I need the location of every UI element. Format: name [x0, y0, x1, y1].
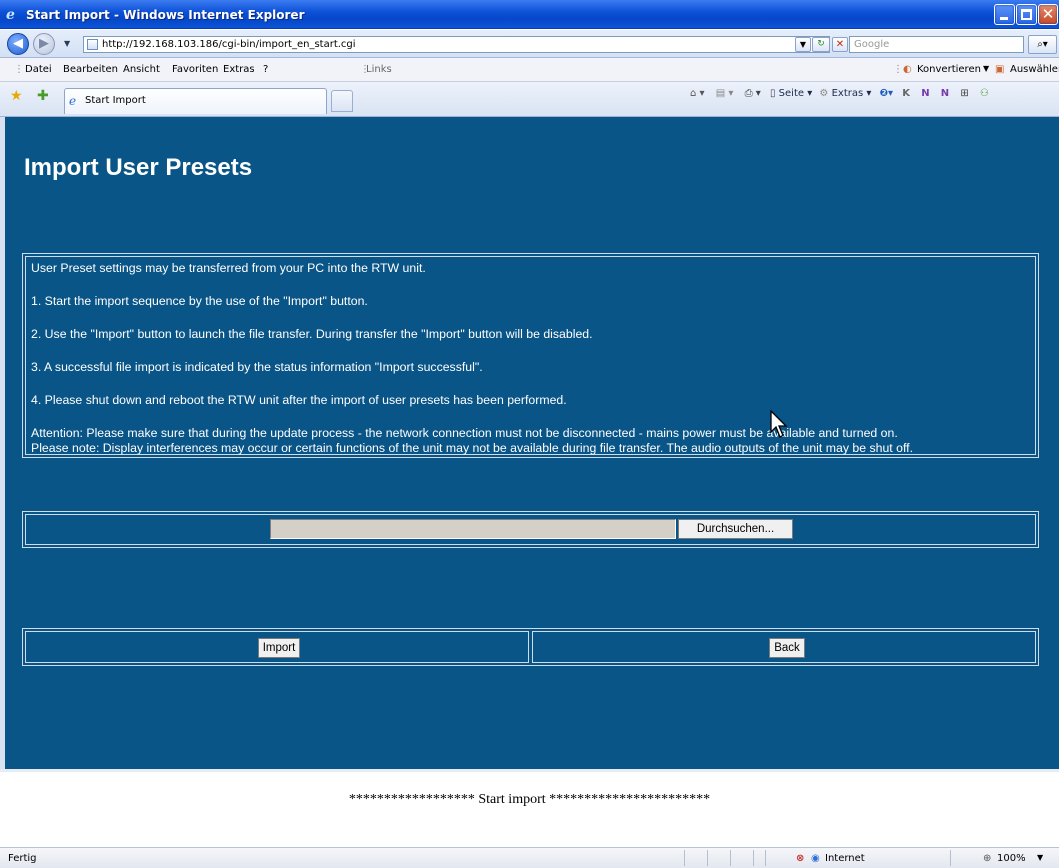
status-divider — [730, 850, 731, 866]
page-content: Import User Presets User Preset settings… — [0, 117, 1059, 769]
file-select-box: Durchsuchen... — [22, 511, 1039, 548]
window-title: Start Import - Windows Internet Explorer — [26, 8, 305, 22]
minimize-button[interactable] — [994, 4, 1015, 25]
page-icon — [87, 39, 98, 50]
status-bar: Fertig ⊗ ◉ Internet ⊕ 100% ▼ — [0, 847, 1059, 868]
status-divider — [765, 850, 766, 866]
search-placeholder: Google — [854, 39, 890, 50]
add-favorite-icon[interactable]: ✚ — [37, 88, 49, 104]
browser-window: e Start Import - Windows Internet Explor… — [0, 0, 1059, 868]
step-2-text: 2. Use the "Import" button to launch the… — [31, 327, 593, 341]
menu-bar: ⋮ Datei Bearbeiten Ansicht Favoriten Ext… — [0, 58, 1059, 82]
zoom-icon: ⊕ — [983, 853, 992, 864]
zoom-level[interactable]: 100% — [997, 853, 1026, 864]
import-button[interactable]: Import — [258, 638, 300, 658]
menu-ansicht[interactable]: Ansicht — [123, 64, 160, 75]
import-cell: Import — [25, 631, 529, 663]
status-frame: ****************** Start import ********… — [0, 769, 1059, 847]
page-dropdown-icon[interactable]: ▾ — [804, 88, 812, 99]
close-button[interactable]: ✕ — [1038, 4, 1058, 25]
close-icon: ✕ — [1041, 5, 1055, 23]
maximize-icon — [1021, 9, 1032, 20]
menu-grip: ⋮ — [14, 64, 24, 75]
step-4-text: 4. Please shut down and reboot the RTW u… — [31, 393, 567, 407]
menu-bearbeiten[interactable]: Bearbeiten — [63, 64, 118, 75]
address-input[interactable]: http://192.168.103.186/cgi-bin/import_en… — [83, 36, 830, 53]
ie-logo-icon: e — [6, 7, 15, 23]
tab-bar: ★ ✚ e Start Import ⌂ ▾ ▤ ▾ ⎙ ▾ ▯ Seite ▾… — [0, 82, 1059, 117]
convert-dropdown-icon[interactable]: ▼ — [983, 64, 989, 73]
command-bar: ⌂ ▾ ▤ ▾ ⎙ ▾ ▯ Seite ▾ ⚙ Extras ▾ ❷▾ K N … — [690, 88, 989, 99]
status-divider — [950, 850, 951, 866]
history-dropdown-icon[interactable]: ▼ — [64, 39, 70, 48]
tab-label: Start Import — [85, 95, 146, 106]
back-button[interactable]: ◀ — [7, 33, 29, 55]
pdf-convert-icon: ◐ — [903, 64, 912, 75]
step-1-text: 1. Start the import sequence by the use … — [31, 294, 368, 308]
security-zone: Internet — [825, 853, 865, 864]
refresh-icon[interactable]: ↻ — [812, 37, 830, 52]
status-text: Fertig — [8, 853, 37, 864]
popup-blocked-icon[interactable]: ⊗ — [796, 853, 804, 864]
new-tab-button[interactable] — [331, 90, 353, 112]
search-input[interactable]: Google — [849, 36, 1024, 53]
maximize-button[interactable] — [1016, 4, 1037, 25]
print-icon[interactable]: ⎙ ▾ — [745, 88, 761, 99]
back-page-button[interactable]: Back — [769, 638, 805, 658]
gear-icon: ⚙ — [819, 88, 829, 99]
address-toolbar: ◀ ▶ ▼ http://192.168.103.186/cgi-bin/imp… — [0, 30, 1059, 58]
minimize-icon — [1000, 17, 1008, 20]
help-icon[interactable]: ❷▾ — [880, 88, 894, 99]
addon-n2-icon[interactable]: N — [941, 88, 949, 99]
instructions-box: User Preset settings may be transferred … — [22, 253, 1039, 458]
links-toolbar[interactable]: Links — [366, 64, 392, 75]
address-dropdown-button[interactable]: ▼ — [795, 37, 811, 52]
tools-menu[interactable]: Extras — [832, 88, 864, 99]
zoom-dropdown-icon[interactable]: ▼ — [1037, 853, 1043, 862]
feeds-icon[interactable]: ▤ ▾ — [716, 88, 734, 99]
forward-button[interactable]: ▶ — [33, 33, 55, 55]
address-url: http://192.168.103.186/cgi-bin/import_en… — [102, 39, 356, 50]
page-menu[interactable]: Seite — [779, 88, 804, 99]
tab-start-import[interactable]: e Start Import — [64, 88, 327, 114]
tools-dropdown-icon[interactable]: ▾ — [863, 88, 871, 99]
status-divider — [707, 850, 708, 866]
stop-icon[interactable]: ✕ — [832, 37, 848, 52]
home-icon[interactable]: ⌂ ▾ — [690, 88, 705, 99]
status-divider — [684, 850, 685, 866]
menu-favoriten[interactable]: Favoriten — [172, 64, 218, 75]
action-buttons-box: Import Back — [22, 628, 1039, 666]
convert-button[interactable]: Konvertieren — [917, 64, 981, 75]
mouse-cursor-icon — [770, 410, 788, 438]
step-3-text: 3. A successful file import is indicated… — [31, 360, 483, 374]
status-divider — [753, 850, 754, 866]
globe-icon: ◉ — [811, 853, 820, 864]
import-status-message: ****************** Start import ********… — [348, 792, 711, 807]
title-bar: e Start Import - Windows Internet Explor… — [0, 0, 1059, 29]
convert-grip: ⋮ — [893, 64, 903, 75]
menu-datei[interactable]: Datei — [25, 64, 52, 75]
select-icon: ▣ — [995, 64, 1005, 75]
research-icon[interactable]: ⊞ — [960, 88, 968, 99]
browse-button[interactable]: Durchsuchen... — [678, 519, 793, 539]
file-path-input[interactable] — [270, 519, 676, 539]
back-cell: Back — [532, 631, 1036, 663]
addon-k-icon[interactable]: K — [902, 88, 910, 99]
note-text: Please note: Display interferences may o… — [31, 441, 914, 455]
select-button[interactable]: Auswählen — [1010, 64, 1059, 75]
search-icon[interactable]: ⌕▾ — [1028, 35, 1057, 54]
page-icon-cmd: ▯ — [769, 88, 776, 99]
attention-text: Attention: Please make sure that during … — [31, 426, 898, 440]
favorites-star-icon[interactable]: ★ — [10, 88, 23, 104]
intro-text: User Preset settings may be transferred … — [31, 261, 426, 275]
addon-n1-icon[interactable]: N — [921, 88, 929, 99]
ie-page-icon: e — [69, 94, 77, 108]
menu-help[interactable]: ? — [263, 64, 268, 75]
menu-extras[interactable]: Extras — [223, 64, 255, 75]
page-title: Import User Presets — [24, 154, 253, 181]
messenger-icon[interactable]: ⚇ — [980, 88, 989, 99]
